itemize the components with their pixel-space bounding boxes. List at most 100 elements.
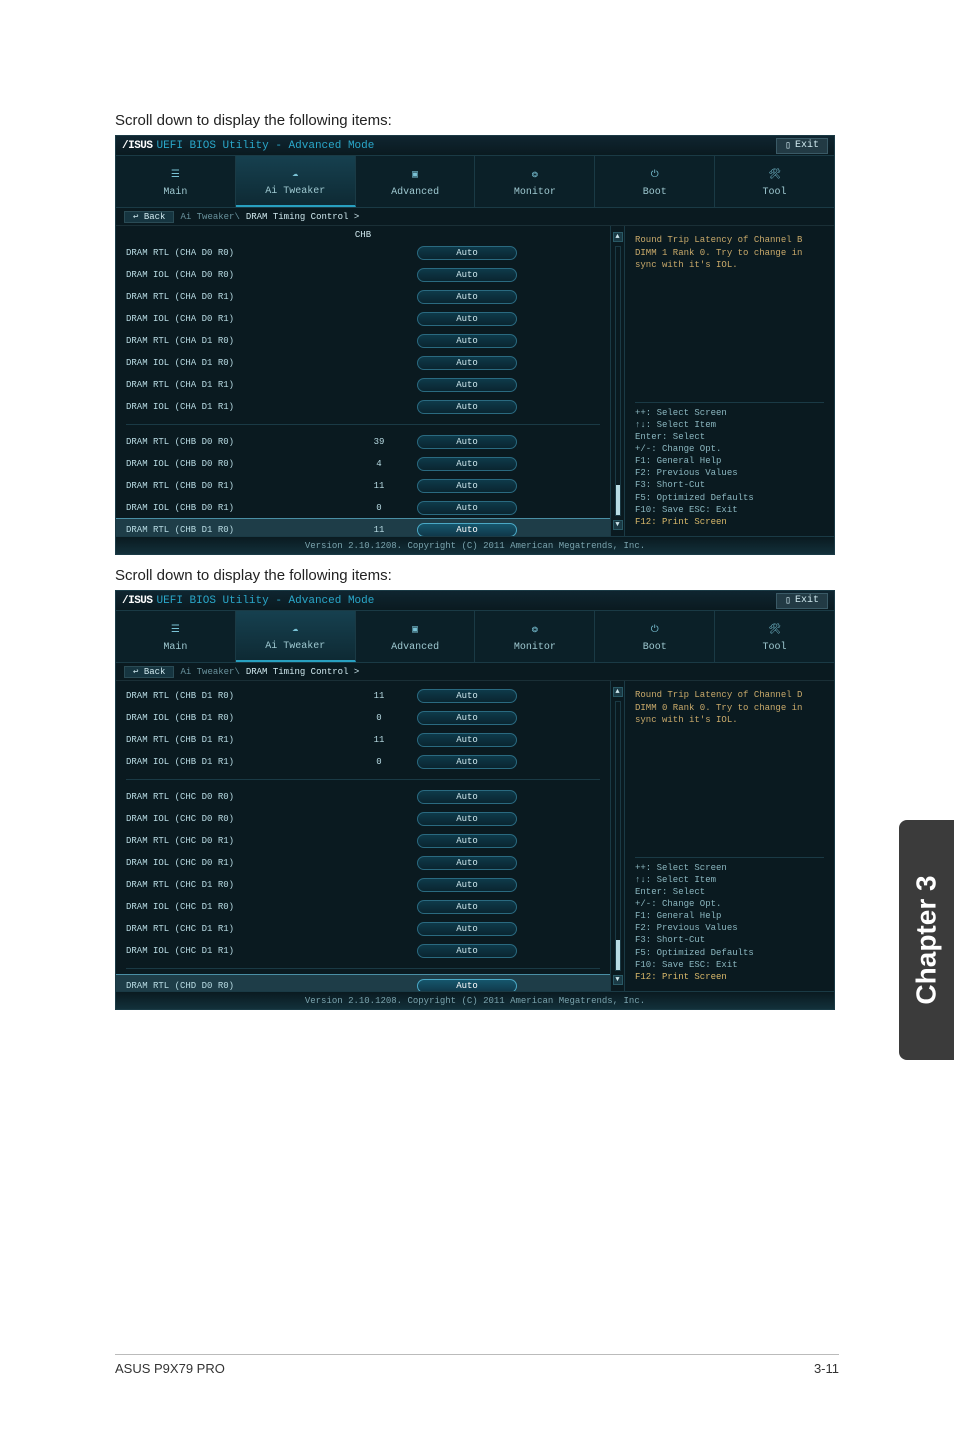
list-icon: ☰ xyxy=(171,165,180,185)
setting-option-pill[interactable]: Auto xyxy=(417,834,517,848)
asus-logo: /ISUS xyxy=(122,140,153,152)
scroll-down-button[interactable]: ▼ xyxy=(613,975,623,985)
setting-current-value: 11 xyxy=(349,691,409,701)
setting-row[interactable]: DRAM RTL (CHB D1 R0)11Auto xyxy=(116,685,610,707)
setting-option-pill[interactable]: Auto xyxy=(417,246,517,260)
setting-option-pill[interactable]: Auto xyxy=(417,334,517,348)
setting-row[interactable]: DRAM RTL (CHB D0 R1)11Auto xyxy=(116,475,610,497)
exit-label: Exit xyxy=(795,595,819,606)
setting-row[interactable]: DRAM RTL (CHA D0 R1)·Auto xyxy=(116,286,610,308)
tab-main[interactable]: ☰Main xyxy=(116,156,236,207)
setting-row[interactable]: DRAM IOL (CHA D0 R0)·Auto xyxy=(116,264,610,286)
setting-label: DRAM IOL (CHB D1 R1) xyxy=(126,757,341,767)
tab-ai-tweaker[interactable]: ☁Ai Tweaker xyxy=(236,611,356,662)
tab-boot[interactable]: ⏻Boot xyxy=(595,156,715,207)
scroll-thumb[interactable] xyxy=(616,940,620,970)
help-pane: Round Trip Latency of Channel D DIMM 0 R… xyxy=(624,681,834,991)
setting-current-value: 0 xyxy=(349,757,409,767)
tab-ai-tweaker[interactable]: ☁Ai Tweaker xyxy=(236,156,356,207)
scrollbar[interactable]: ▲ ▼ xyxy=(610,681,624,991)
tool-icon: 🛠 xyxy=(768,165,781,185)
scroll-thumb[interactable] xyxy=(616,485,620,515)
setting-row[interactable]: DRAM IOL (CHB D1 R0)0Auto xyxy=(116,707,610,729)
setting-row[interactable]: DRAM RTL (CHA D0 R0)·Auto xyxy=(116,242,610,264)
setting-option-pill[interactable]: Auto xyxy=(417,290,517,304)
setting-current-value: 39 xyxy=(349,437,409,447)
scroll-up-button[interactable]: ▲ xyxy=(613,232,623,242)
setting-row[interactable]: DRAM IOL (CHB D0 R0)4Auto xyxy=(116,453,610,475)
tab-monitor[interactable]: ❂Monitor xyxy=(475,156,595,207)
setting-row[interactable]: DRAM RTL (CHC D1 R1)·Auto xyxy=(116,918,610,940)
tab-monitor[interactable]: ❂Monitor xyxy=(475,611,595,662)
setting-label: DRAM IOL (CHC D1 R0) xyxy=(126,902,341,912)
setting-label: DRAM RTL (CHD D0 R0) xyxy=(126,981,341,991)
setting-option-pill[interactable]: Auto xyxy=(417,378,517,392)
key-help: ++: Select Screen ↑↓: Select Item Enter:… xyxy=(635,857,824,983)
setting-row[interactable]: DRAM RTL (CHD D0 R0)·Auto xyxy=(116,975,610,991)
setting-option-pill[interactable]: Auto xyxy=(417,856,517,870)
setting-row[interactable]: DRAM IOL (CHC D1 R1)·Auto xyxy=(116,940,610,962)
setting-option-pill[interactable]: Auto xyxy=(417,523,517,536)
setting-option-pill[interactable]: Auto xyxy=(417,922,517,936)
setting-option-pill[interactable]: Auto xyxy=(417,356,517,370)
setting-row[interactable]: DRAM IOL (CHC D1 R0)·Auto xyxy=(116,896,610,918)
setting-row[interactable]: DRAM RTL (CHA D1 R1)·Auto xyxy=(116,374,610,396)
setting-label: DRAM IOL (CHC D0 R1) xyxy=(126,858,341,868)
setting-current-value: 11 xyxy=(349,735,409,745)
setting-row[interactable]: DRAM IOL (CHC D0 R0)·Auto xyxy=(116,808,610,830)
tab-tool[interactable]: 🛠Tool xyxy=(715,156,834,207)
setting-label: DRAM RTL (CHC D1 R1) xyxy=(126,924,341,934)
setting-row[interactable]: DRAM RTL (CHB D1 R1)11Auto xyxy=(116,729,610,751)
setting-row[interactable]: DRAM RTL (CHC D1 R0)·Auto xyxy=(116,874,610,896)
setting-row[interactable]: DRAM IOL (CHA D1 R0)·Auto xyxy=(116,352,610,374)
setting-option-pill[interactable]: Auto xyxy=(417,268,517,282)
back-button[interactable]: ↩ Back xyxy=(124,211,174,223)
setting-row[interactable]: DRAM RTL (CHB D1 R0)11Auto xyxy=(116,519,610,536)
setting-row[interactable]: DRAM IOL (CHA D1 R1)·Auto xyxy=(116,396,610,418)
tab-main[interactable]: ☰Main xyxy=(116,611,236,662)
setting-option-pill[interactable]: Auto xyxy=(417,457,517,471)
tab-tool[interactable]: 🛠Tool xyxy=(715,611,834,662)
setting-row[interactable]: DRAM RTL (CHC D0 R0)·Auto xyxy=(116,786,610,808)
help-text: Round Trip Latency of Channel D DIMM 0 R… xyxy=(635,689,824,727)
exit-button[interactable]: ▯ Exit xyxy=(776,138,828,154)
setting-option-pill[interactable]: Auto xyxy=(417,733,517,747)
setting-option-pill[interactable]: Auto xyxy=(417,312,517,326)
scroll-down-button[interactable]: ▼ xyxy=(613,520,623,530)
setting-row[interactable]: DRAM IOL (CHA D0 R1)·Auto xyxy=(116,308,610,330)
setting-label: DRAM IOL (CHC D1 R1) xyxy=(126,946,341,956)
bios-titlebar: /ISUS UEFI BIOS Utility - Advanced Mode … xyxy=(116,136,834,156)
setting-option-pill[interactable]: Auto xyxy=(417,944,517,958)
bios-footer: Version 2.10.1208. Copyright (C) 2011 Am… xyxy=(116,536,834,554)
setting-option-pill[interactable]: Auto xyxy=(417,790,517,804)
back-arrow-icon: ↩ xyxy=(133,212,138,222)
scroll-track[interactable] xyxy=(615,246,621,516)
setting-row[interactable]: DRAM IOL (CHB D1 R1) 0 Auto xyxy=(116,751,610,773)
setting-row[interactable]: DRAM RTL (CHA D1 R0)·Auto xyxy=(116,330,610,352)
exit-button[interactable]: ▯ Exit xyxy=(776,593,828,609)
bios-panel-2: /ISUS UEFI BIOS Utility - Advanced Mode … xyxy=(115,590,835,1010)
setting-option-pill[interactable]: Auto xyxy=(417,755,517,769)
setting-option-pill[interactable]: Auto xyxy=(417,711,517,725)
setting-row[interactable]: DRAM RTL (CHB D0 R0)39Auto xyxy=(116,431,610,453)
setting-option-pill[interactable]: Auto xyxy=(417,479,517,493)
setting-option-pill[interactable]: Auto xyxy=(417,400,517,414)
setting-option-pill[interactable]: Auto xyxy=(417,900,517,914)
scrollbar[interactable]: ▲ ▼ xyxy=(610,226,624,536)
key-help: ++: Select Screen ↑↓: Select Item Enter:… xyxy=(635,402,824,528)
setting-option-pill[interactable]: Auto xyxy=(417,689,517,703)
setting-option-pill[interactable]: Auto xyxy=(417,812,517,826)
scroll-track[interactable] xyxy=(615,701,621,971)
scroll-up-button[interactable]: ▲ xyxy=(613,687,623,697)
setting-option-pill[interactable]: Auto xyxy=(417,979,517,991)
setting-row[interactable]: DRAM IOL (CHB D0 R1)0Auto xyxy=(116,497,610,519)
setting-option-pill[interactable]: Auto xyxy=(417,501,517,515)
setting-option-pill[interactable]: Auto xyxy=(417,878,517,892)
tab-boot[interactable]: ⏻Boot xyxy=(595,611,715,662)
tab-advanced[interactable]: ▣Advanced xyxy=(356,156,476,207)
setting-row[interactable]: DRAM RTL (CHC D0 R1)·Auto xyxy=(116,830,610,852)
setting-row[interactable]: DRAM IOL (CHC D0 R1)·Auto xyxy=(116,852,610,874)
setting-option-pill[interactable]: Auto xyxy=(417,435,517,449)
back-button[interactable]: ↩ Back xyxy=(124,666,174,678)
tab-advanced[interactable]: ▣Advanced xyxy=(356,611,476,662)
